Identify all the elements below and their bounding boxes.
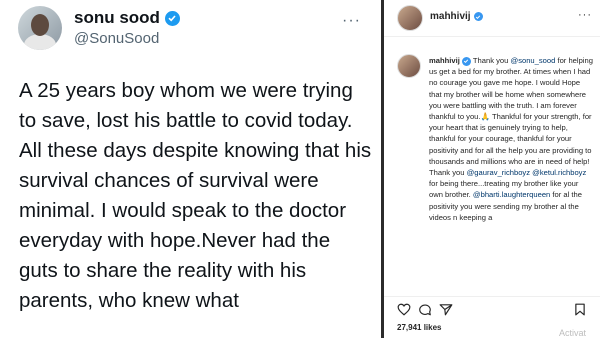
pray-emoji: 🙏 xyxy=(480,112,490,122)
tweet-text: A 25 years boy whom we were trying to sa… xyxy=(19,79,372,312)
post-username[interactable]: mahhivij xyxy=(430,11,483,22)
caption-segment: Thank you xyxy=(470,56,511,65)
instagram-post-panel: mahhivij ··· mahhivij Thank you @sonu_so… xyxy=(384,0,600,338)
tweet-card: sonu sood @SonuSood ··· A 25 years boy w… xyxy=(0,0,381,338)
profile-avatar[interactable] xyxy=(397,5,423,31)
mention-link[interactable]: @sonu_sood xyxy=(510,56,555,65)
verified-badge-icon xyxy=(164,10,180,26)
share-icon[interactable] xyxy=(439,303,453,316)
author-name-text[interactable]: sonu sood xyxy=(74,8,160,28)
action-bar xyxy=(384,296,600,317)
verified-badge-icon xyxy=(473,12,483,21)
more-options-icon[interactable]: ··· xyxy=(578,9,592,21)
more-options-icon[interactable]: ··· xyxy=(342,12,361,30)
post-username-text[interactable]: mahhivij xyxy=(430,11,471,22)
mention-link[interactable]: @gaurav_richboyz xyxy=(467,168,530,177)
verified-badge-icon xyxy=(461,56,471,66)
author-name[interactable]: sonu sood xyxy=(74,8,180,28)
mention-link[interactable]: @ketul.richboyz xyxy=(532,168,586,177)
caption-text: mahhivij Thank you @sonu_sood for helpin… xyxy=(429,55,594,223)
author-avatar[interactable] xyxy=(18,6,62,50)
post-header: mahhivij ··· xyxy=(384,0,600,37)
like-heart-icon[interactable] xyxy=(397,303,411,316)
likes-count[interactable]: 27,941 likes xyxy=(397,323,441,332)
comment-avatar[interactable] xyxy=(397,54,421,78)
bookmark-icon[interactable] xyxy=(574,303,586,316)
comment-icon[interactable] xyxy=(418,303,432,316)
author-handle[interactable]: @SonuSood xyxy=(74,30,159,47)
mention-link[interactable]: @bharti.laughterqueen xyxy=(473,190,550,199)
caption-username[interactable]: mahhivij xyxy=(429,56,460,65)
activation-watermark: Activat xyxy=(559,328,587,338)
